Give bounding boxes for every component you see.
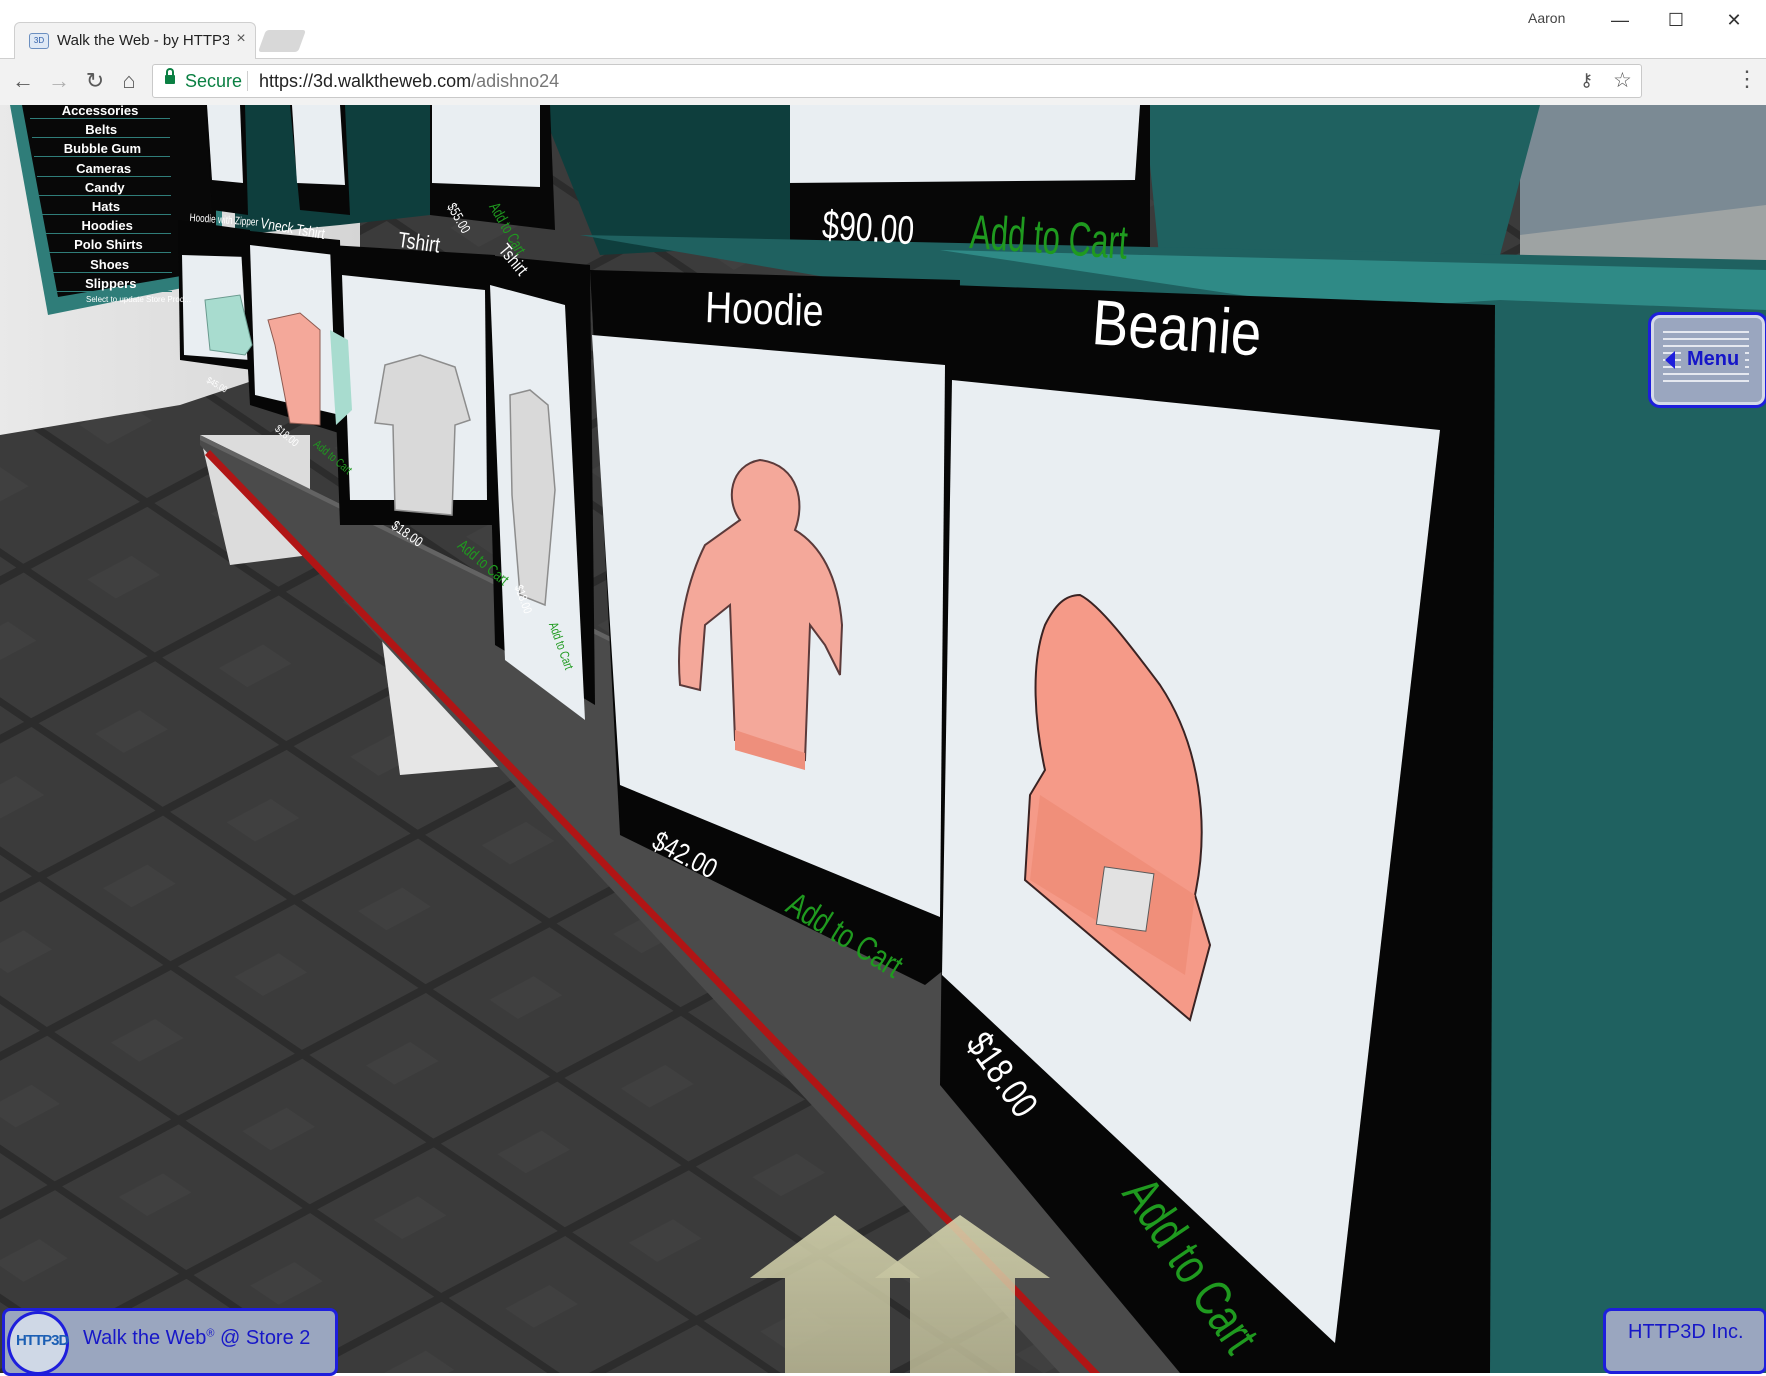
menu-arrow-icon bbox=[1665, 351, 1675, 369]
tab-title: Walk the Web - by HTTP3D bbox=[57, 32, 229, 49]
star-icon[interactable]: ☆ bbox=[1613, 68, 1632, 93]
store-badge[interactable]: HTTP3D Walk the Web® @ Store 2 bbox=[2, 1308, 338, 1376]
tab-close-icon[interactable]: × bbox=[233, 30, 249, 48]
back-icon[interactable]: ← bbox=[8, 66, 38, 96]
3d-store-scene[interactable]: Accessories Belts Bubble Gum Cameras Candy Ha… bbox=[0, 105, 1766, 1373]
tab-walk-the-web[interactable]: 3D Walk the Web - by HTTP3D × bbox=[14, 22, 256, 59]
secure-label: Secure bbox=[185, 71, 243, 91]
new-tab-button[interactable] bbox=[257, 30, 307, 52]
lock-icon bbox=[165, 68, 175, 84]
scene-canvas bbox=[0, 105, 1766, 1373]
profile-name[interactable]: Aaron bbox=[1528, 10, 1565, 26]
window-close-icon[interactable]: ✕ bbox=[1708, 4, 1760, 36]
product-price-upper-1: $90.00 bbox=[820, 203, 916, 254]
category-menu-item[interactable]: Candy bbox=[38, 180, 171, 196]
category-menu-item[interactable]: Hats bbox=[41, 199, 171, 215]
url-host: https://3d.walktheweb.com bbox=[259, 71, 472, 91]
product-title-hoodie: Hoodie bbox=[704, 283, 825, 337]
category-menu-item[interactable]: Cameras bbox=[36, 161, 171, 177]
url-path: /adishno24 bbox=[471, 71, 560, 91]
address-bar[interactable]: Secure https://3d.walktheweb.com/adishno… bbox=[152, 64, 1642, 98]
favicon-icon: 3D bbox=[29, 33, 49, 49]
product-title-beanie: Beanie bbox=[1089, 285, 1264, 370]
maximize-icon[interactable]: ☐ bbox=[1650, 4, 1702, 36]
omnibox-separator bbox=[247, 71, 248, 91]
category-menu-footer: Select to update Store Prod... bbox=[86, 295, 191, 304]
browser-chrome: 3D Walk the Web - by HTTP3D × Aaron — ☐ … bbox=[0, 0, 1766, 106]
menu-label: Menu bbox=[1681, 348, 1746, 371]
company-badge[interactable]: HTTP3D Inc. bbox=[1603, 1308, 1766, 1374]
category-menu-item[interactable]: Slippers bbox=[49, 276, 172, 292]
category-menu-item[interactable]: Accessories bbox=[30, 105, 170, 119]
http3d-logo-icon[interactable]: HTTP3D bbox=[7, 1311, 69, 1375]
home-icon[interactable]: ⌂ bbox=[114, 66, 144, 96]
category-menu-item[interactable]: Bubble Gum bbox=[34, 141, 171, 158]
category-menu-item[interactable]: Polo Shirts bbox=[45, 237, 172, 254]
browser-toolbar: ← → ↻ ⌂ Secure https://3d.walktheweb.com… bbox=[0, 58, 1766, 104]
add-to-cart-upper-1[interactable]: Add to Cart bbox=[968, 205, 1129, 271]
key-icon[interactable]: ⚷ bbox=[1580, 70, 1593, 91]
category-menu-item[interactable]: Hoodies bbox=[43, 218, 172, 235]
reload-icon[interactable]: ↻ bbox=[80, 66, 110, 96]
kebab-icon[interactable]: ⋮ bbox=[1736, 66, 1758, 92]
store-title: Walk the Web® @ Store 2 bbox=[83, 1327, 311, 1349]
url-text[interactable]: https://3d.walktheweb.com/adishno24 bbox=[259, 71, 559, 92]
menu-button[interactable]: Menu bbox=[1648, 312, 1766, 408]
category-menu-item[interactable]: Shoes bbox=[47, 257, 172, 273]
category-menu-item[interactable]: Belts bbox=[32, 122, 171, 139]
minimize-icon[interactable]: — bbox=[1594, 4, 1646, 36]
tab-strip: 3D Walk the Web - by HTTP3D × Aaron — ☐ … bbox=[0, 0, 1766, 59]
company-name: HTTP3D Inc. bbox=[1628, 1321, 1744, 1343]
forward-icon[interactable]: → bbox=[44, 66, 74, 96]
